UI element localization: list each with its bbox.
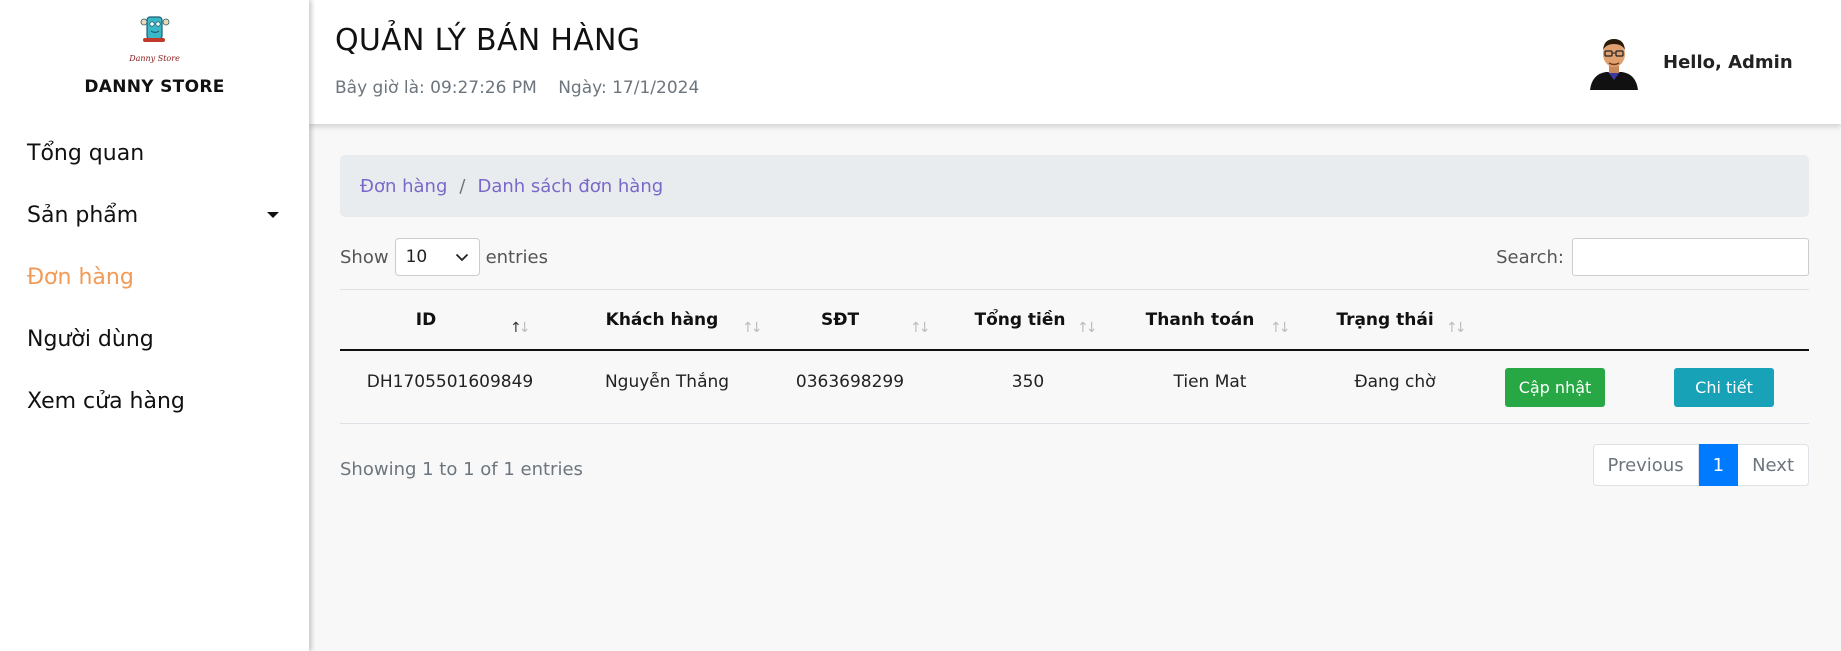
logo-icon [140, 16, 169, 42]
caret-down-icon [267, 212, 279, 218]
column-header-id[interactable]: ID [408, 310, 444, 330]
sort-arrows-icon[interactable]: ↑↓ [1077, 320, 1097, 336]
sidebar-item-label: Đơn hàng [27, 264, 134, 290]
search-input[interactable] [1572, 238, 1809, 276]
datetime: Bây giờ là: 09:27:26 PM Ngày: 17/1/2024 [335, 78, 715, 98]
orders-table: ID ↑↓ Khách hàng ↑↓ SĐT ↑↓ Tổng tiền ↑↓ … [340, 289, 1809, 424]
breadcrumb-orders[interactable]: Đơn hàng [360, 176, 447, 197]
chevron-down-icon [455, 253, 468, 261]
sort-arrows-icon[interactable]: ↑↓ [910, 320, 930, 336]
page-size-select[interactable]: 10 [394, 238, 480, 276]
sidebar-item-view-store[interactable]: Xem cửa hàng [0, 370, 309, 432]
main-content: Đơn hàng / Danh sách đơn hàng Show 10 en… [340, 155, 1809, 494]
sort-arrows-icon[interactable]: ↑↓ [510, 320, 530, 336]
column-header-phone[interactable]: SĐT [810, 310, 870, 330]
sort-arrows-icon[interactable]: ↑↓ [1270, 320, 1290, 336]
column-header-payment[interactable]: Thanh toán [1135, 310, 1265, 330]
sidebar-item-label: Người dùng [27, 326, 154, 352]
breadcrumb-order-list[interactable]: Danh sách đơn hàng [477, 176, 663, 197]
sidebar-item-products[interactable]: Sản phẩm [0, 184, 309, 246]
current-time: Bây giờ là: 09:27:26 PM [335, 78, 537, 98]
cell-payment: Tien Mat [1173, 372, 1247, 392]
next-page-button[interactable]: Next [1738, 444, 1809, 486]
previous-page-button[interactable]: Previous [1592, 444, 1699, 486]
current-date: Ngày: 17/1/2024 [558, 78, 700, 98]
table-controls: Show 10 entries Search: [340, 238, 1809, 278]
table-row: DH1705501609849 Nguyễn Thắng 0363698299 … [340, 351, 1809, 424]
store-logo[interactable]: Danny Store [0, 14, 309, 63]
page-size-value: 10 [405, 247, 428, 267]
cell-phone: 0363698299 [795, 372, 905, 392]
sidebar-item-users[interactable]: Người dùng [0, 308, 309, 370]
cell-customer: Nguyễn Thắng [604, 372, 730, 392]
sidebar-item-label: Sản phẩm [27, 202, 139, 228]
logo-text: Danny Store [129, 54, 180, 63]
column-header-customer[interactable]: Khách hàng [602, 310, 722, 330]
sidebar-item-label: Xem cửa hàng [27, 388, 185, 414]
cell-total: 350 [1011, 372, 1045, 392]
search-control: Search: [1496, 238, 1809, 276]
detail-button[interactable]: Chi tiết [1674, 368, 1774, 407]
cell-order-id: DH1705501609849 [366, 372, 534, 392]
greeting: Hello, Admin [1663, 52, 1793, 73]
table-header: ID ↑↓ Khách hàng ↑↓ SĐT ↑↓ Tổng tiền ↑↓ … [340, 290, 1809, 351]
cell-status: Đang chờ [1354, 372, 1436, 392]
breadcrumb: Đơn hàng / Danh sách đơn hàng [340, 155, 1809, 217]
sidebar-item-overview[interactable]: Tổng quan [0, 122, 309, 184]
sidebar: Danny Store DANNY STORE Tổng quan Sản ph… [0, 0, 309, 651]
user-avatar-icon[interactable] [1586, 34, 1642, 90]
page-size-control: Show 10 entries [340, 238, 548, 276]
header: QUẢN LÝ BÁN HÀNG Bây giờ là: 09:27:26 PM… [309, 0, 1841, 124]
column-header-total[interactable]: Tổng tiền [960, 310, 1080, 330]
sort-arrows-icon[interactable]: ↑↓ [1446, 320, 1466, 336]
page-1-button[interactable]: 1 [1698, 444, 1739, 486]
entries-label: entries [485, 246, 548, 268]
update-button[interactable]: Cập nhật [1505, 368, 1605, 407]
search-label: Search: [1496, 246, 1564, 268]
entries-info: Showing 1 to 1 of 1 entries [340, 459, 583, 480]
store-name: DANNY STORE [84, 77, 225, 97]
sidebar-item-orders[interactable]: Đơn hàng [0, 246, 309, 308]
sidebar-item-label: Tổng quan [27, 140, 145, 166]
column-header-status[interactable]: Trạng thái [1320, 310, 1450, 330]
sidebar-nav: Tổng quan Sản phẩm Đơn hàng Người dùng X… [0, 122, 309, 432]
breadcrumb-separator: / [459, 175, 466, 197]
pagination: Previous 1 Next [1592, 444, 1809, 486]
show-label: Show [340, 246, 389, 268]
sort-arrows-icon[interactable]: ↑↓ [742, 320, 762, 336]
page-title: QUẢN LÝ BÁN HÀNG [335, 23, 641, 58]
table-footer: Showing 1 to 1 of 1 entries Previous 1 N… [340, 434, 1809, 494]
